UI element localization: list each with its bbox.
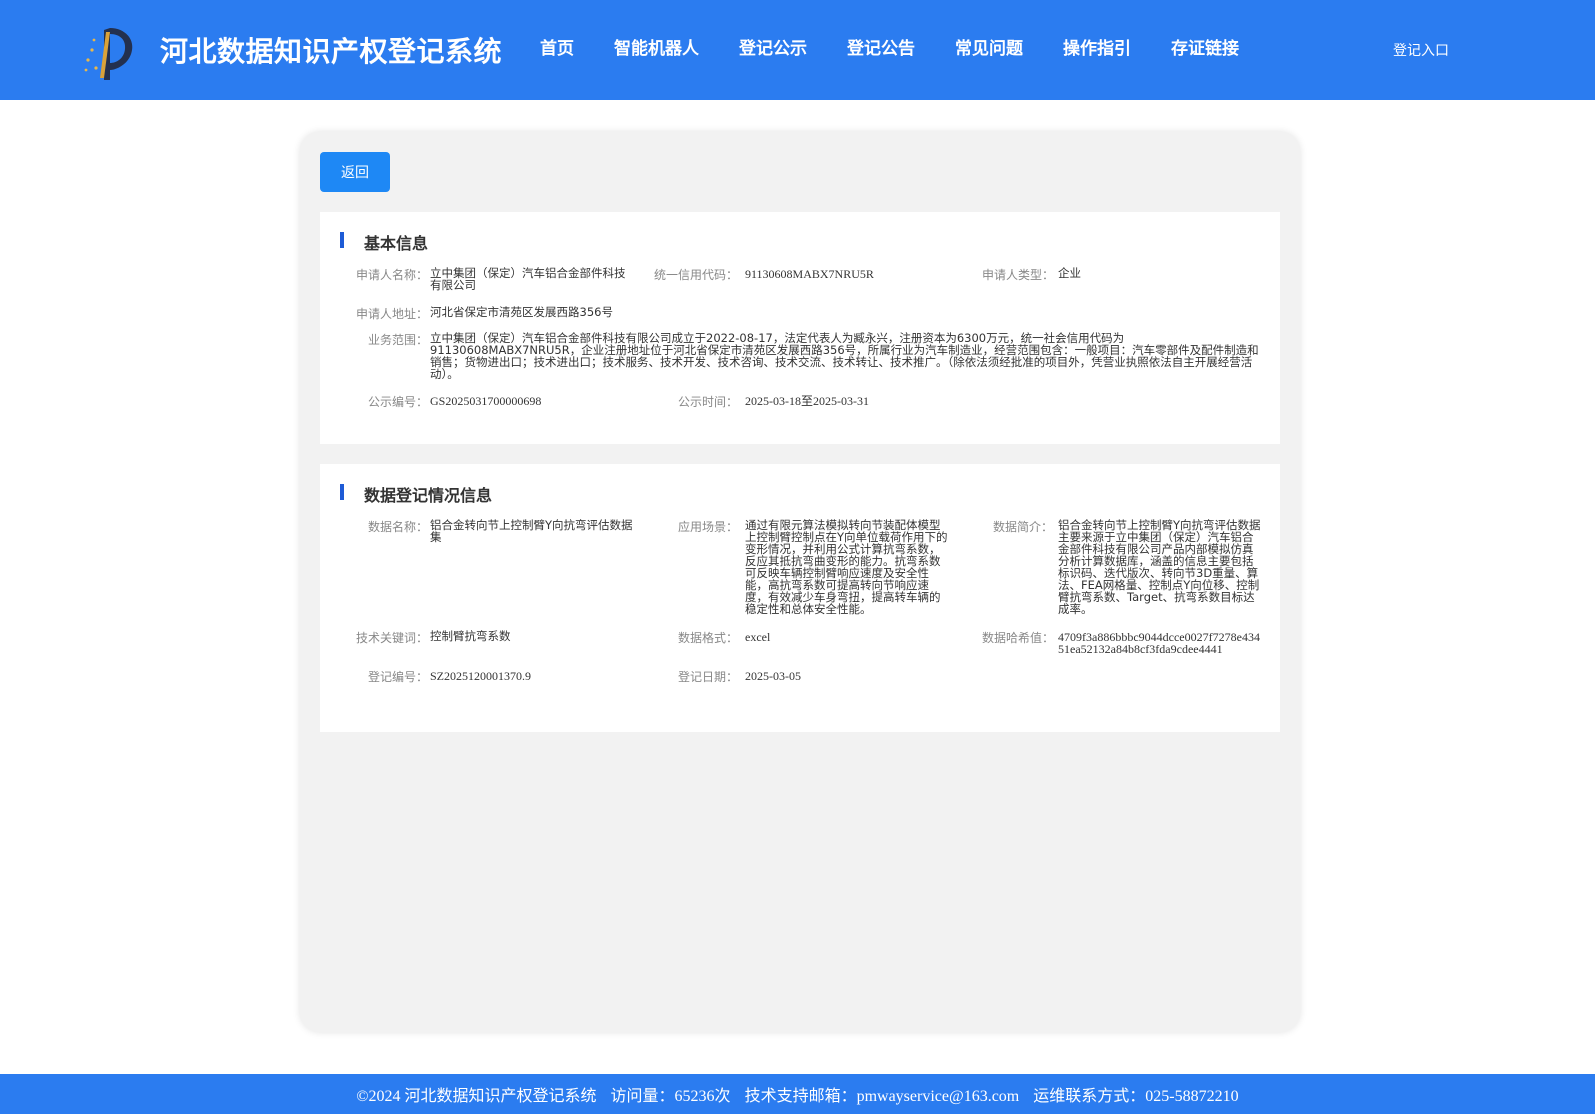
- intro-value: 铝合金转向节上控制臂Y向抗弯评估数据主要来源于立中集团（保定）汽车铝合金部件科技…: [1058, 518, 1261, 616]
- nav-robot[interactable]: 智能机器人: [614, 34, 699, 59]
- data-name-label: 数据名称：: [367, 520, 428, 534]
- applicant-name-value: 立中集团（保定）汽车铝合金部件科技有限公司: [430, 266, 626, 292]
- pub-time-value: 2025-03-18至2025-03-31: [745, 394, 869, 408]
- basic-info-card: 基本信息 申请人名称： 立中集团（保定）汽车铝合金部件科技有限公司 统一信用代码…: [320, 212, 1280, 444]
- reg-no-label: 登记编号：: [367, 670, 428, 684]
- site-logo-icon: [84, 28, 133, 80]
- credit-code-label: 统一信用代码：: [653, 268, 738, 282]
- nav-publicity[interactable]: 登记公示: [739, 34, 807, 59]
- nav-guide[interactable]: 操作指引: [1063, 34, 1131, 59]
- keywords-value: 控制臂抗弯系数: [430, 629, 511, 643]
- scene-label: 应用场景：: [677, 520, 738, 534]
- business-scope-label: 业务范围：: [367, 333, 428, 347]
- nav-home[interactable]: 首页: [540, 34, 574, 59]
- scene-value: 通过有限元算法模拟转向节装配体模型上控制臂控制点在Y向单位载荷作用下的变形情况，…: [745, 518, 948, 616]
- pub-no-value: GS2025031700000698: [430, 394, 542, 408]
- footer-copyright: ©2024 河北数据知识产权登记系统: [356, 1088, 597, 1105]
- back-button[interactable]: 返回: [320, 152, 390, 192]
- business-scope-value: 立中集团（保定）汽车铝合金部件科技有限公司成立于2022-08-17，法定代表人…: [430, 331, 1259, 381]
- hash-value: 4709f3a886bbbc9044dcce0027f7278e43451ea5…: [1058, 630, 1260, 656]
- data-name-value: 铝合金转向节上控制臂Y向抗弯评估数据集: [430, 518, 633, 544]
- applicant-type-value: 企业: [1058, 266, 1081, 280]
- page-footer: ©2024 河北数据知识产权登记系统 访问量：65236次 技术支持邮箱：pmw…: [0, 1074, 1595, 1114]
- top-header: 河北数据知识产权登记系统 首页 智能机器人 登记公示 登记公告 常见问题 操作指…: [0, 0, 1595, 100]
- nav-announcement[interactable]: 登记公告: [847, 34, 915, 59]
- format-value: excel: [745, 630, 771, 644]
- nav-faq[interactable]: 常见问题: [955, 34, 1023, 59]
- footer-visits: 访问量：65236次: [610, 1088, 731, 1105]
- credit-code-value: 91130608MABX7NRU5R: [745, 267, 874, 281]
- pub-time-label: 公示时间：: [677, 395, 738, 409]
- reg-date-label: 登记日期：: [677, 670, 738, 684]
- data-registration-card: 数据登记情况信息 数据名称： 铝合金转向节上控制臂Y向抗弯评估数据集 应用场景：…: [320, 464, 1280, 732]
- basic-info-title: 基本信息: [340, 230, 428, 254]
- keywords-label: 技术关键词：: [355, 631, 428, 645]
- footer-phone: 运维联系方式：025-58872210: [1033, 1088, 1239, 1105]
- format-label: 数据格式：: [677, 631, 738, 645]
- address-label: 申请人地址：: [355, 307, 428, 321]
- pub-no-label: 公示编号：: [367, 395, 428, 409]
- detail-panel: 返回 基本信息 申请人名称： 立中集团（保定）汽车铝合金部件科技有限公司 统一信…: [300, 132, 1300, 1032]
- address-value: 河北省保定市清苑区发展西路356号: [430, 305, 613, 319]
- main-nav: 首页 智能机器人 登记公示 登记公告 常见问题 操作指引 存证链接: [540, 34, 1279, 59]
- hash-label: 数据哈希值：: [981, 631, 1054, 645]
- applicant-name-label: 申请人名称：: [355, 268, 428, 282]
- applicant-type-label: 申请人类型：: [981, 268, 1054, 282]
- reg-date-value: 2025-03-05: [745, 669, 801, 683]
- reg-no-value: SZ2025120001370.9: [430, 669, 532, 683]
- data-registration-title: 数据登记情况信息: [340, 482, 492, 506]
- login-link[interactable]: 登记入口: [1393, 40, 1449, 60]
- nav-evidence-link[interactable]: 存证链接: [1171, 34, 1239, 59]
- footer-email: 技术支持邮箱：pmwayservice@163.com: [744, 1088, 1020, 1105]
- intro-label: 数据简介：: [992, 520, 1053, 534]
- site-title: 河北数据知识产权登记系统: [160, 35, 503, 68]
